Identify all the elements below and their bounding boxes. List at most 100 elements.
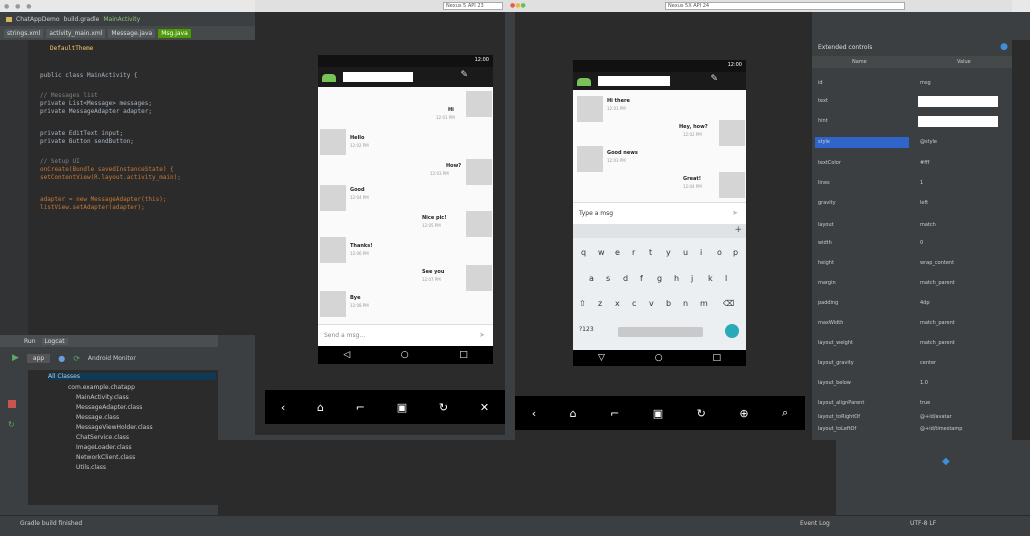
- image-thumbnail[interactable]: [320, 185, 346, 211]
- key[interactable]: w: [598, 248, 605, 257]
- code-line[interactable]: listView.setAdapter(adapter);: [40, 204, 145, 211]
- spacebar[interactable]: [618, 327, 703, 337]
- tree-item[interactable]: Message.class: [76, 414, 119, 421]
- image-thumbnail[interactable]: [320, 291, 346, 317]
- home-icon[interactable]: ⌂: [317, 401, 324, 414]
- key[interactable]: i: [700, 248, 702, 257]
- back-icon[interactable]: ◁: [343, 350, 350, 360]
- key[interactable]: m: [700, 299, 708, 308]
- key[interactable]: g: [657, 274, 662, 283]
- code-line[interactable]: public class MainActivity {: [40, 72, 138, 79]
- file-tab[interactable]: strings.xml: [4, 28, 44, 38]
- property-row[interactable]: margin match_parent: [815, 278, 1010, 290]
- zoom-in-icon[interactable]: ⊕: [739, 407, 748, 420]
- property-row[interactable]: layout_below 1.0: [815, 378, 1010, 390]
- property-row[interactable]: layout_toLeftOf @+id/timestamp: [815, 424, 1010, 436]
- property-input[interactable]: [918, 116, 998, 127]
- key[interactable]: t: [649, 248, 652, 257]
- image-thumbnail[interactable]: [577, 96, 603, 122]
- tree-item[interactable]: NetworkClient.class: [76, 454, 135, 461]
- screenshot-icon[interactable]: ▣: [397, 401, 407, 414]
- rotate-icon[interactable]: ⌐: [356, 401, 365, 414]
- symbols-key[interactable]: ?123: [579, 326, 594, 333]
- refresh-icon[interactable]: ↻: [439, 401, 448, 414]
- property-row[interactable]: height wrap_content: [815, 258, 1010, 270]
- key[interactable]: x: [615, 299, 620, 308]
- code-line[interactable]: setContentView(R.layout.activity_main);: [40, 174, 181, 181]
- tree-item[interactable]: MessageAdapter.class: [76, 404, 142, 411]
- add-icon[interactable]: +: [734, 225, 742, 235]
- key[interactable]: s: [606, 274, 610, 283]
- key[interactable]: a: [589, 274, 594, 283]
- image-thumbnail[interactable]: [466, 211, 492, 237]
- code-line[interactable]: private EditText input;: [40, 130, 123, 137]
- code-line[interactable]: // Setup UI: [40, 158, 80, 165]
- tool-tab[interactable]: Run: [24, 338, 36, 345]
- gradle-icon[interactable]: ◆: [942, 456, 950, 467]
- project-name[interactable]: ChatAppDemo: [16, 16, 60, 23]
- monitor-label[interactable]: Android Monitor: [88, 355, 136, 362]
- image-thumbnail[interactable]: [719, 120, 745, 146]
- property-input[interactable]: [918, 96, 998, 107]
- search-field[interactable]: [598, 76, 670, 86]
- key[interactable]: p: [733, 248, 738, 257]
- key[interactable]: b: [666, 299, 671, 308]
- event-log-link[interactable]: Event Log: [800, 520, 830, 527]
- message-input[interactable]: Type a msg: [579, 210, 613, 217]
- screenshot-icon[interactable]: ▣: [653, 407, 663, 420]
- tree-item[interactable]: MessageViewHolder.class: [76, 424, 153, 431]
- image-thumbnail[interactable]: [719, 172, 745, 198]
- window-controls[interactable]: ●●●: [510, 2, 526, 9]
- tree-item[interactable]: ImageLoader.class: [76, 444, 132, 451]
- sync-icon[interactable]: ⟳: [73, 354, 80, 363]
- encoding-indicator[interactable]: UTF-8 LF: [910, 520, 936, 527]
- key[interactable]: n: [683, 299, 688, 308]
- code-line[interactable]: private List<Message> messages;: [40, 100, 152, 107]
- soft-keyboard[interactable]: + q w e r t y u i o p a s d f g h j k l …: [573, 224, 746, 350]
- code-line[interactable]: adapter = new MessageAdapter(this);: [40, 196, 166, 203]
- property-row[interactable]: layout_weight match_parent: [815, 338, 1010, 350]
- enter-key[interactable]: [725, 324, 739, 338]
- tree-item[interactable]: com.example.chatapp: [68, 384, 135, 391]
- property-row[interactable]: id msg: [815, 78, 1010, 90]
- debug-icon[interactable]: ●: [58, 354, 65, 363]
- recents-icon[interactable]: □: [459, 350, 468, 360]
- image-thumbnail[interactable]: [466, 265, 492, 291]
- home-icon[interactable]: ○: [401, 350, 409, 360]
- key[interactable]: z: [598, 299, 602, 308]
- property-row[interactable]: layout_gravity center: [815, 358, 1010, 370]
- home-icon[interactable]: ⌂: [570, 407, 577, 420]
- key[interactable]: e: [615, 248, 620, 257]
- key[interactable]: y: [666, 248, 671, 257]
- window-controls[interactable]: ● ● ●: [4, 3, 34, 10]
- key[interactable]: ⌫: [723, 299, 734, 308]
- message-input[interactable]: Send a msg...: [324, 332, 365, 339]
- key[interactable]: u: [683, 248, 688, 257]
- image-thumbnail[interactable]: [320, 129, 346, 155]
- key[interactable]: f: [640, 274, 643, 283]
- run-icon[interactable]: ▶: [12, 353, 19, 363]
- back-icon[interactable]: ‹: [281, 401, 285, 414]
- code-line[interactable]: private MessageAdapter adapter;: [40, 108, 152, 115]
- property-row[interactable]: lines 1: [815, 178, 1010, 190]
- property-row[interactable]: layout_toRightOf @+id/avatar: [815, 412, 1010, 424]
- rerun-icon[interactable]: ↻: [8, 420, 15, 429]
- message-list[interactable]: Hi there 12:01 PM Hey, how? 12:02 PM Goo…: [573, 90, 746, 202]
- recents-icon[interactable]: □: [713, 353, 722, 363]
- code-line[interactable]: onCreate(Bundle savedInstanceState) {: [40, 166, 174, 173]
- image-thumbnail[interactable]: [320, 237, 346, 263]
- property-row[interactable]: layout match: [815, 220, 1010, 232]
- file-tab[interactable]: activity_main.xml: [46, 28, 106, 38]
- property-row[interactable]: text: [815, 96, 1010, 108]
- tree-item[interactable]: ChatService.class: [76, 434, 129, 441]
- key[interactable]: c: [632, 299, 636, 308]
- tree-item[interactable]: Utils.class: [76, 464, 106, 471]
- tool-tab[interactable]: Logcat: [41, 337, 68, 345]
- run-config[interactable]: app: [26, 353, 51, 363]
- image-thumbnail[interactable]: [577, 146, 603, 172]
- tree-item[interactable]: All Classes: [48, 373, 216, 380]
- nav-item[interactable]: build.gradle: [64, 16, 100, 23]
- key[interactable]: ⇧: [579, 299, 586, 308]
- key[interactable]: r: [632, 248, 635, 257]
- property-row[interactable]: layout_alignParent true: [815, 398, 1010, 410]
